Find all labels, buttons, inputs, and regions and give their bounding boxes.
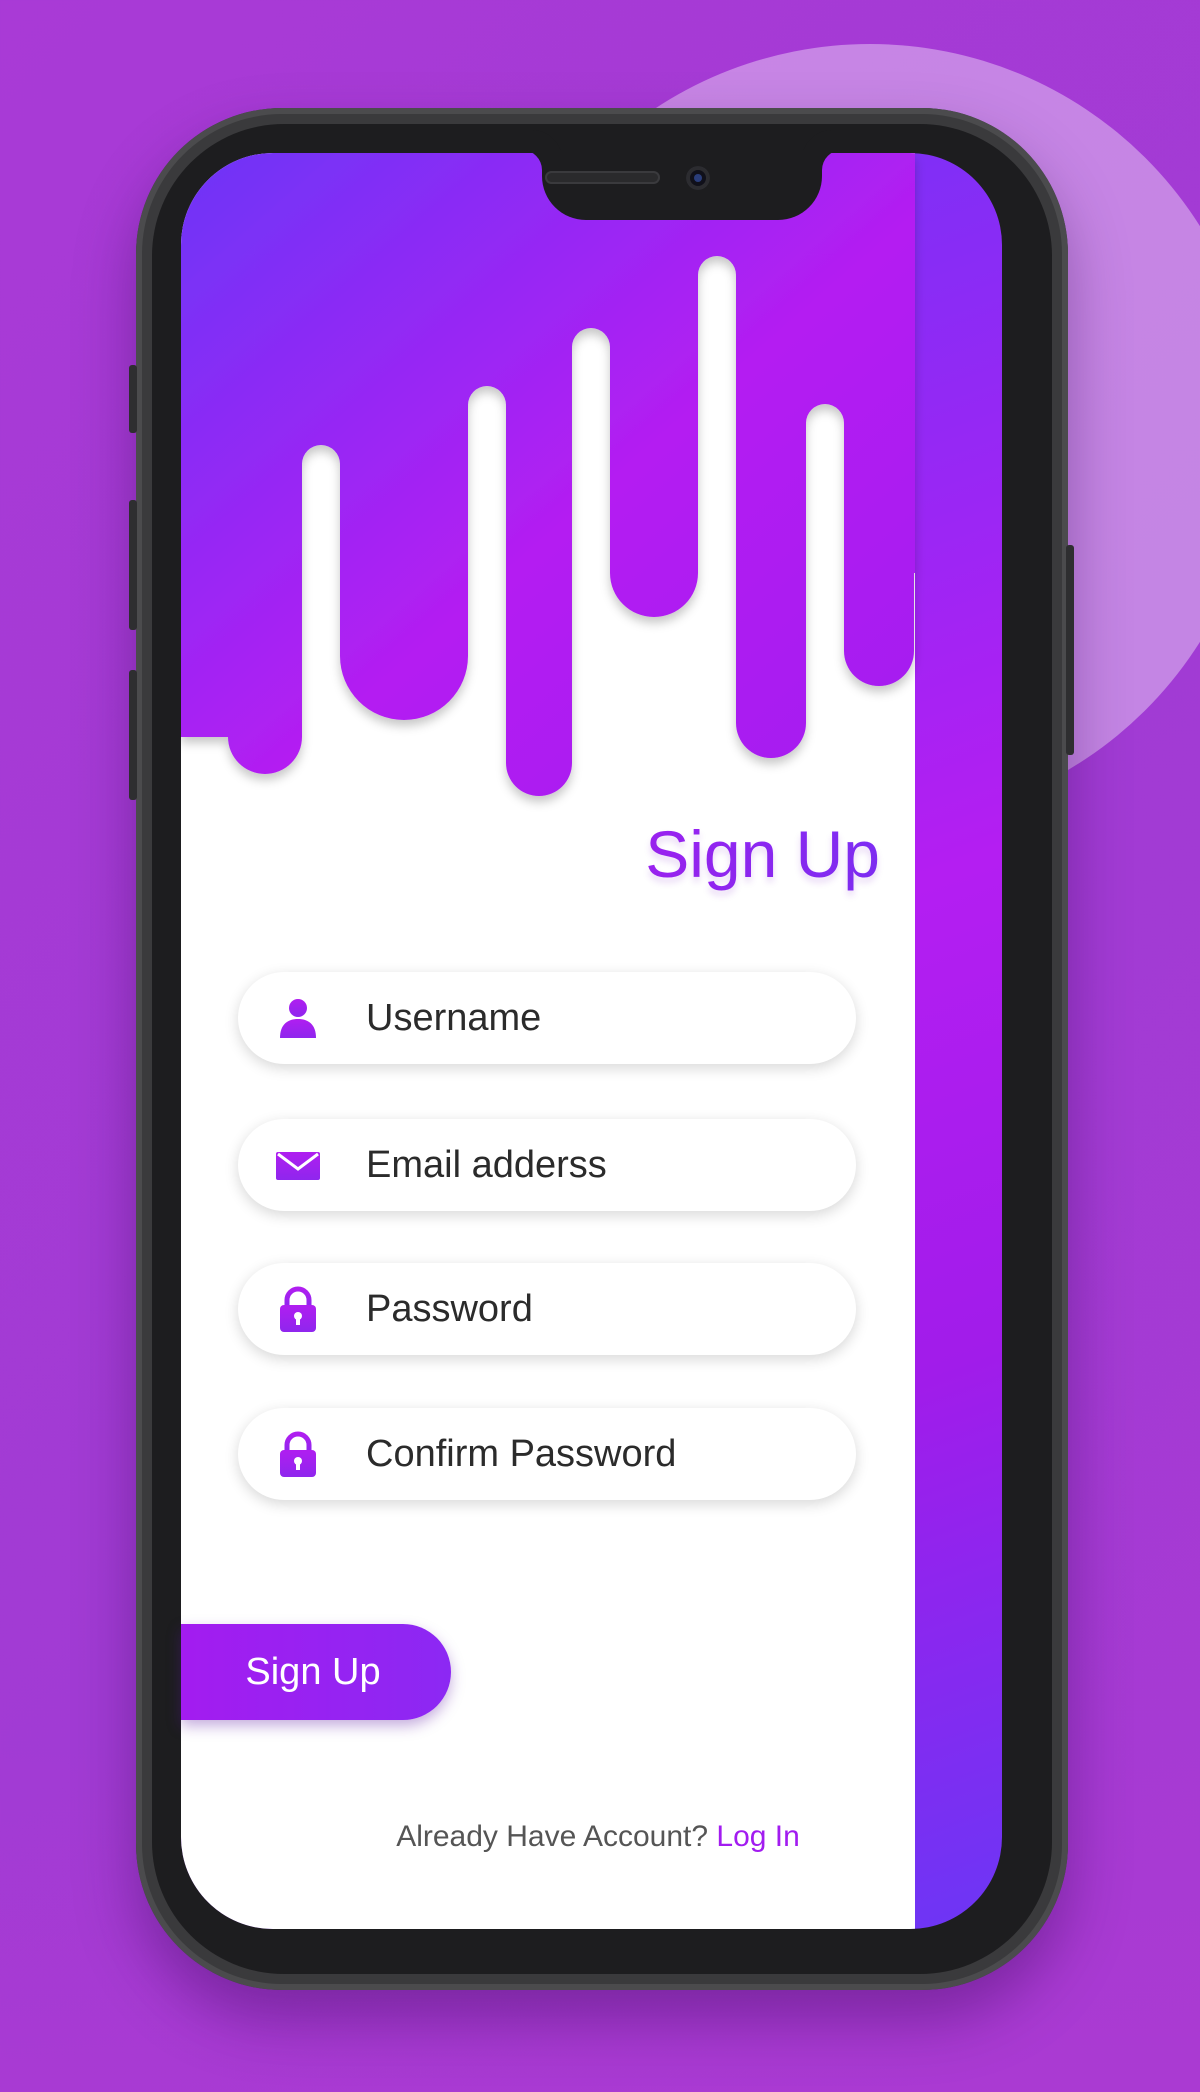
drip-shape — [181, 153, 915, 796]
confirm-password-placeholder: Confirm Password — [366, 1433, 677, 1475]
lock-icon — [274, 1430, 322, 1478]
username-placeholder: Username — [366, 997, 542, 1039]
volume-up-button — [129, 500, 137, 630]
email-placeholder: Email adderss — [366, 1144, 607, 1186]
log-in-link[interactable]: Log In — [716, 1820, 799, 1853]
mute-switch — [129, 365, 137, 433]
lock-icon — [274, 1285, 322, 1333]
user-icon — [274, 994, 322, 1042]
password-placeholder: Password — [366, 1288, 533, 1330]
confirm-password-field[interactable]: Confirm Password — [238, 1408, 856, 1500]
username-field[interactable]: Username — [238, 972, 856, 1064]
envelope-icon — [274, 1141, 322, 1189]
drip-header — [181, 153, 915, 796]
footer-text: Already Have Account? — [396, 1820, 709, 1853]
email-field[interactable]: Email adderss — [238, 1119, 856, 1211]
power-button — [1066, 545, 1074, 755]
footer-prompt: Already Have Account? Log In — [181, 1820, 915, 1854]
notch — [542, 150, 822, 220]
page-title: Sign Up — [560, 814, 880, 894]
password-field[interactable]: Password — [238, 1263, 856, 1355]
sign-up-button[interactable]: Sign Up — [181, 1624, 451, 1720]
front-camera — [686, 166, 710, 190]
earpiece-speaker — [545, 171, 660, 184]
volume-down-button — [129, 670, 137, 800]
